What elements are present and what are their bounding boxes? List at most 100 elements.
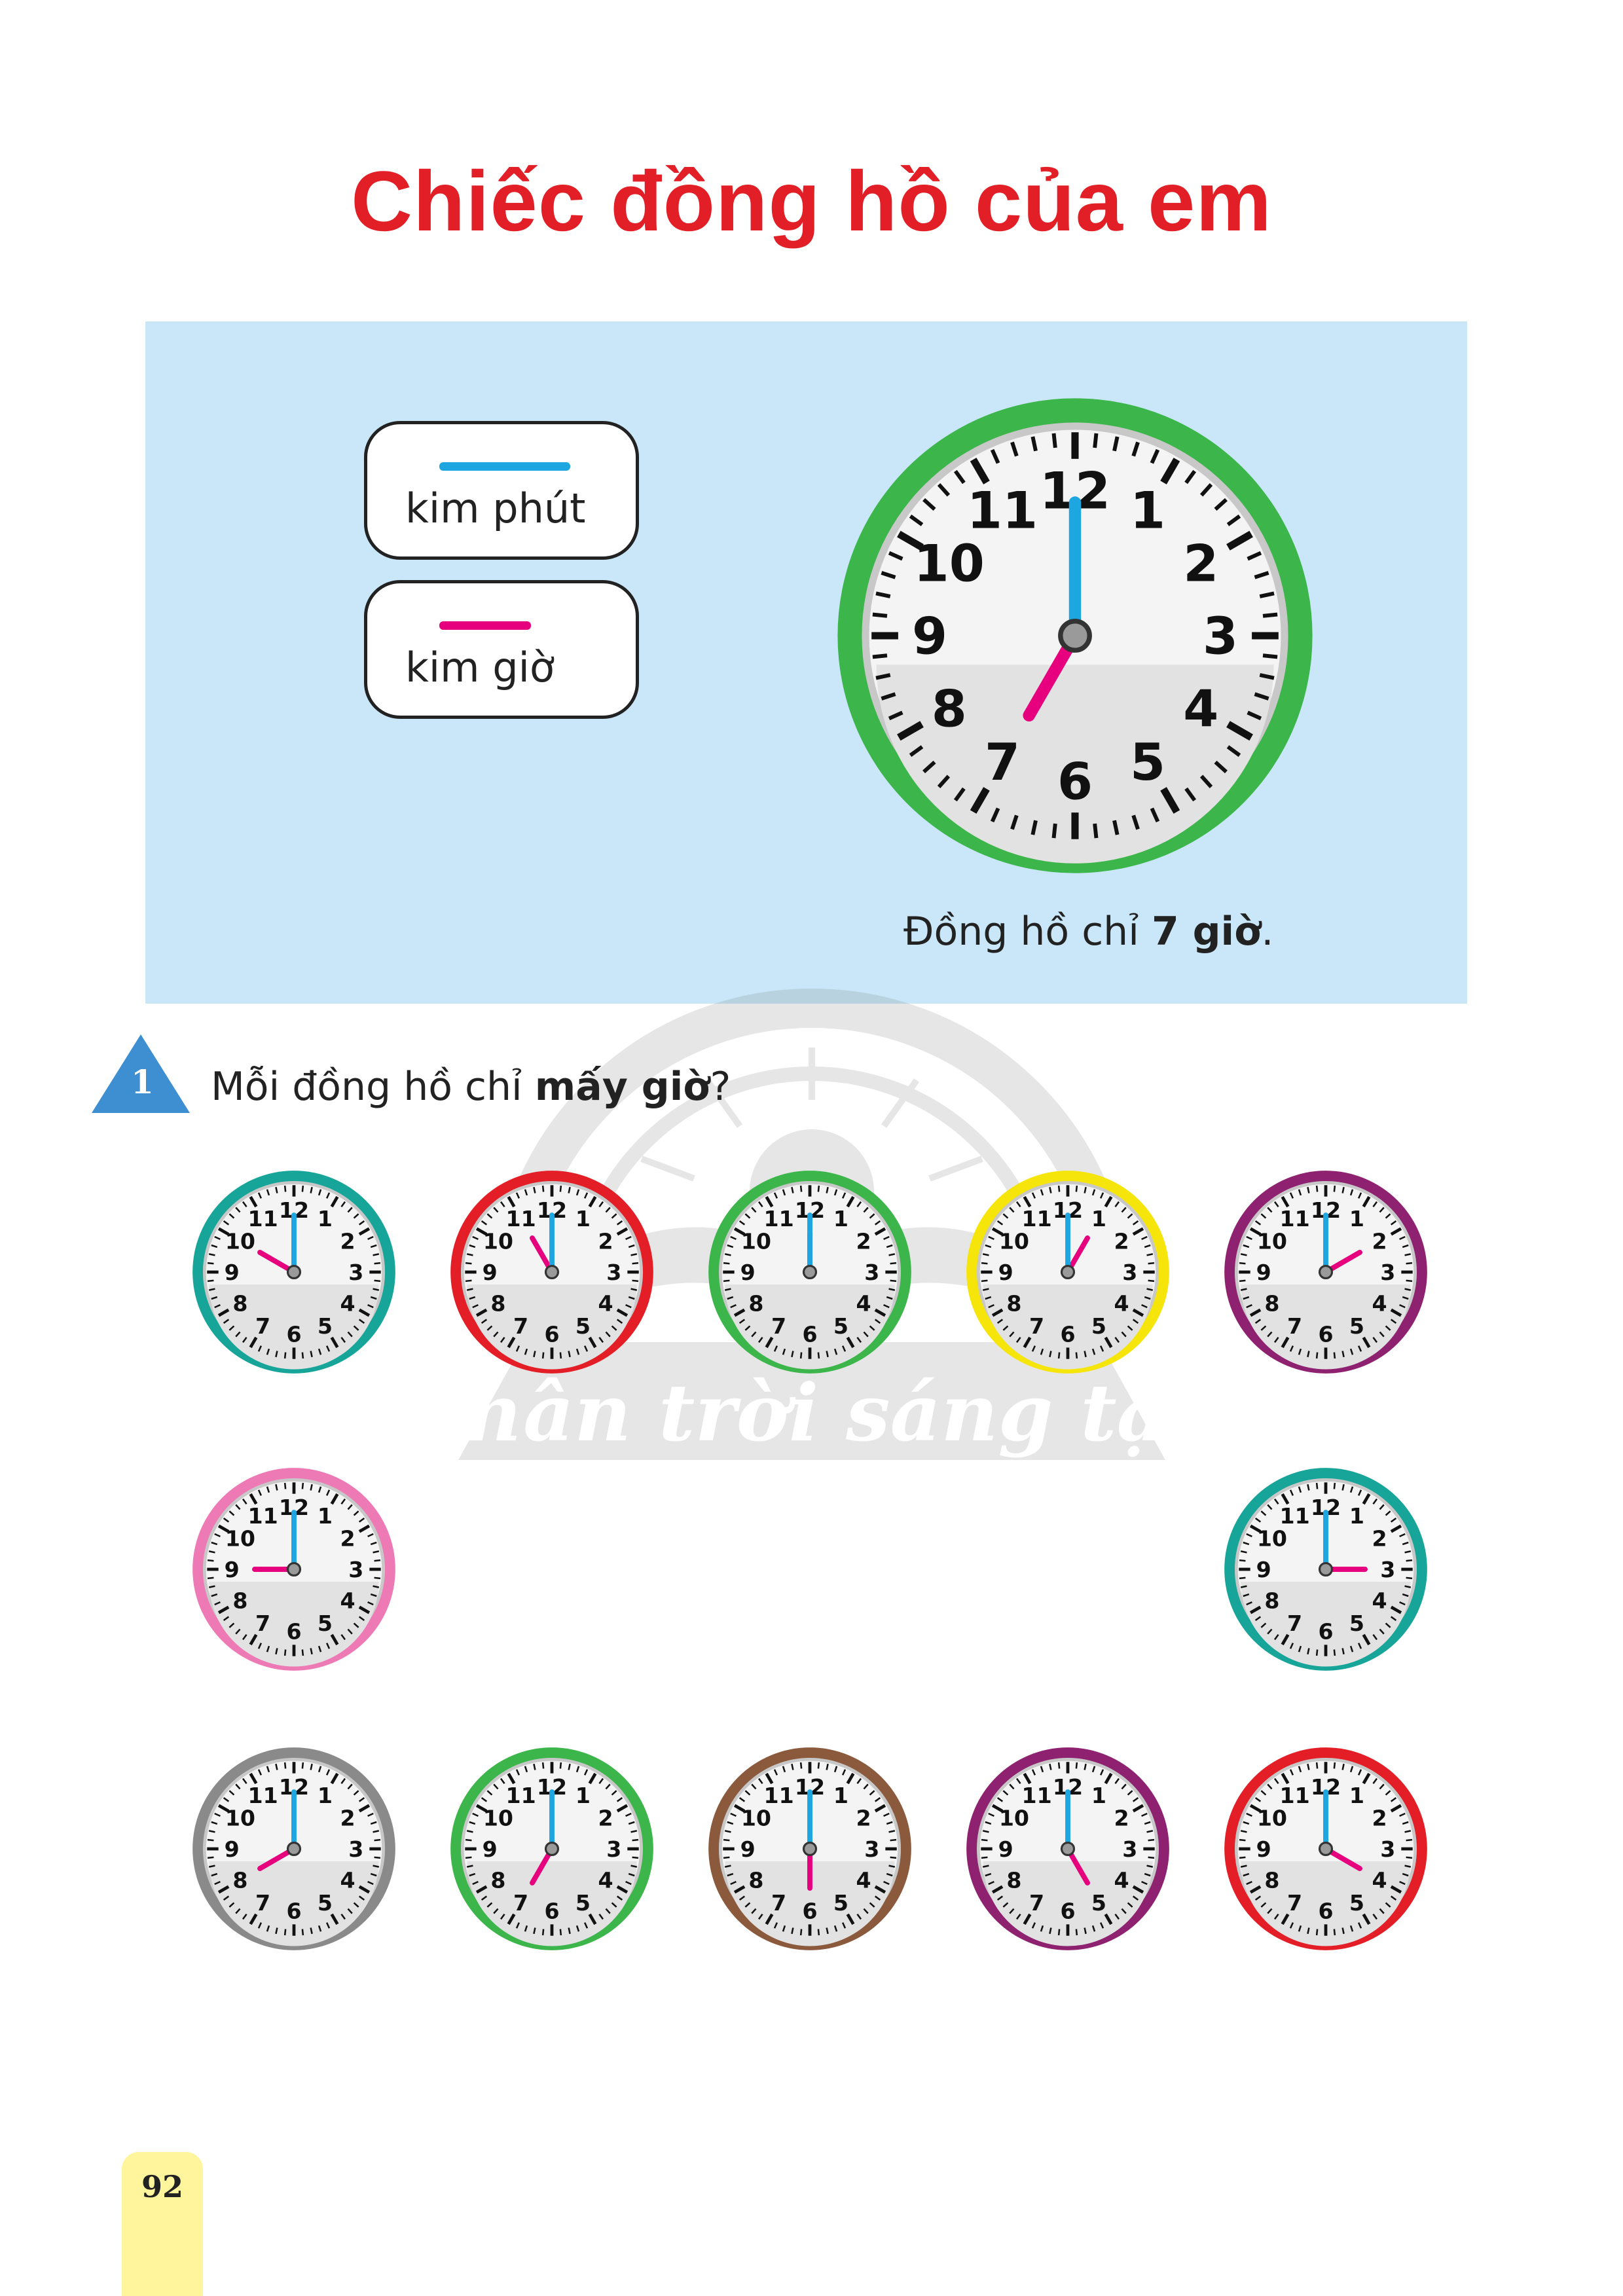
dial-number: 4 <box>340 1588 356 1613</box>
exercise-clock-7: 12 1234567891011 <box>1224 1468 1427 1671</box>
dial-number: 4 <box>1114 1290 1129 1316</box>
minute-tick <box>1406 1262 1413 1265</box>
exercise-clock-4: 12 1234567891011 <box>966 1171 1169 1374</box>
dial-number: 7 <box>1029 1890 1044 1916</box>
dial-number: 9 <box>483 1836 498 1862</box>
dial-number: 3 <box>1203 608 1238 666</box>
exercise-clock-12: 12 1234567891011 <box>1224 1747 1427 1950</box>
minute-tick <box>890 1262 897 1265</box>
hour-hand-label: kim giờ <box>405 644 555 691</box>
dial-number: 3 <box>606 1260 621 1285</box>
minute-tick <box>374 1856 381 1859</box>
clock-pivot <box>544 1841 560 1857</box>
dial-number: 10 <box>741 1805 771 1831</box>
question-prefix: Mỗi đồng hồ chỉ <box>211 1064 535 1110</box>
minute-hand-label: kim phút <box>405 484 586 532</box>
watermark-text: Chân trời sáng tạo <box>432 1367 1192 1459</box>
minute-tick <box>301 1482 304 1489</box>
minute-tick <box>465 1856 472 1859</box>
dial-number: 10 <box>1257 1525 1287 1551</box>
minute-tick <box>207 1559 214 1562</box>
dial-number: 11 <box>1280 1503 1310 1529</box>
dial-number: 7 <box>513 1313 528 1339</box>
dial-number: 11 <box>1280 1206 1310 1231</box>
dial-number: 9 <box>1256 1836 1271 1862</box>
minute-tick <box>1051 823 1057 839</box>
minute-tick <box>1051 433 1057 448</box>
minute-tick <box>1093 823 1099 839</box>
minute-tick <box>559 1929 562 1936</box>
exercise-clock-1: 12 1234567891011 <box>192 1171 395 1374</box>
dial-number: 7 <box>1287 1890 1302 1916</box>
minute-tick <box>723 1262 730 1265</box>
clock-pivot <box>286 1264 302 1280</box>
dial-number: 9 <box>740 1836 756 1862</box>
minute-tick <box>559 1352 562 1359</box>
minute-tick <box>301 1762 304 1769</box>
dial-number: 4 <box>340 1290 356 1316</box>
dial-number: 7 <box>255 1611 270 1636</box>
dial-number: 3 <box>348 1557 363 1582</box>
dial-number: 3 <box>864 1836 879 1862</box>
dial-number: 1 <box>833 1206 848 1231</box>
minute-tick <box>1148 1856 1155 1859</box>
dial-number: 11 <box>764 1206 794 1231</box>
dial-number: 10 <box>914 535 985 594</box>
minute-tick <box>374 1262 381 1265</box>
dial-number: 3 <box>1380 1260 1395 1285</box>
minute-tick <box>1406 1856 1413 1859</box>
legend-hour-hand: kim giờ <box>364 580 639 719</box>
dial-number: 3 <box>1122 1836 1137 1862</box>
dial-number: 2 <box>856 1805 871 1831</box>
dial-number: 9 <box>483 1260 498 1285</box>
exercise-clock-9: 12 1234567891011 <box>450 1747 653 1950</box>
dial-number: 5 <box>575 1313 591 1339</box>
dial-number: 2 <box>1372 1525 1387 1551</box>
dial-number: 6 <box>1060 1322 1075 1347</box>
dial-number: 1 <box>833 1783 848 1808</box>
dial-number: 1 <box>1091 1783 1106 1808</box>
dial-number: 1 <box>318 1206 333 1231</box>
dial-number: 2 <box>340 1228 356 1254</box>
dial-number: 3 <box>1122 1260 1137 1285</box>
dial-number: 1 <box>1130 481 1165 540</box>
dial-number: 9 <box>912 608 947 666</box>
dial-number: 6 <box>1318 1619 1333 1645</box>
minute-tick <box>872 612 888 618</box>
dial-number: 9 <box>998 1260 1013 1285</box>
minute-tick <box>981 1856 988 1859</box>
minute-tick <box>465 1262 472 1265</box>
dial-number: 7 <box>771 1890 786 1916</box>
dial-number: 11 <box>248 1206 278 1231</box>
clock-pivot <box>286 1841 302 1857</box>
dial-number: 5 <box>1130 733 1165 792</box>
clock-pivot <box>802 1841 818 1857</box>
legend-minute-hand: kim phút <box>364 421 639 560</box>
dial-number: 8 <box>490 1867 505 1893</box>
dial-number: 10 <box>1257 1805 1287 1831</box>
dial-number: 9 <box>740 1260 756 1285</box>
minute-tick <box>374 1559 381 1562</box>
minute-tick <box>632 1262 639 1265</box>
example-clock: 12 1234567891011 <box>837 398 1313 873</box>
dial-number: 1 <box>575 1206 591 1231</box>
dial-number: 8 <box>932 680 967 739</box>
minute-tick <box>817 1762 820 1769</box>
dial-number: 8 <box>1264 1290 1279 1316</box>
dial-number: 9 <box>225 1260 240 1285</box>
dial-number: 10 <box>1257 1228 1287 1254</box>
hour-hand-swatch <box>439 621 531 630</box>
minute-hand-swatch <box>439 462 570 471</box>
exercise-clock-11: 12 1234567891011 <box>966 1747 1169 1950</box>
dial-number: 11 <box>1280 1783 1310 1808</box>
minute-tick <box>872 653 888 659</box>
dial-number: 9 <box>998 1836 1013 1862</box>
dial-number: 4 <box>1183 680 1218 739</box>
dial-number: 11 <box>506 1206 536 1231</box>
clock-pivot <box>1060 1841 1076 1857</box>
dial-number: 8 <box>490 1290 505 1316</box>
dial-number: 10 <box>225 1228 255 1254</box>
clock-pivot <box>802 1264 818 1280</box>
minute-tick <box>559 1762 562 1769</box>
dial-number: 11 <box>1022 1206 1052 1231</box>
